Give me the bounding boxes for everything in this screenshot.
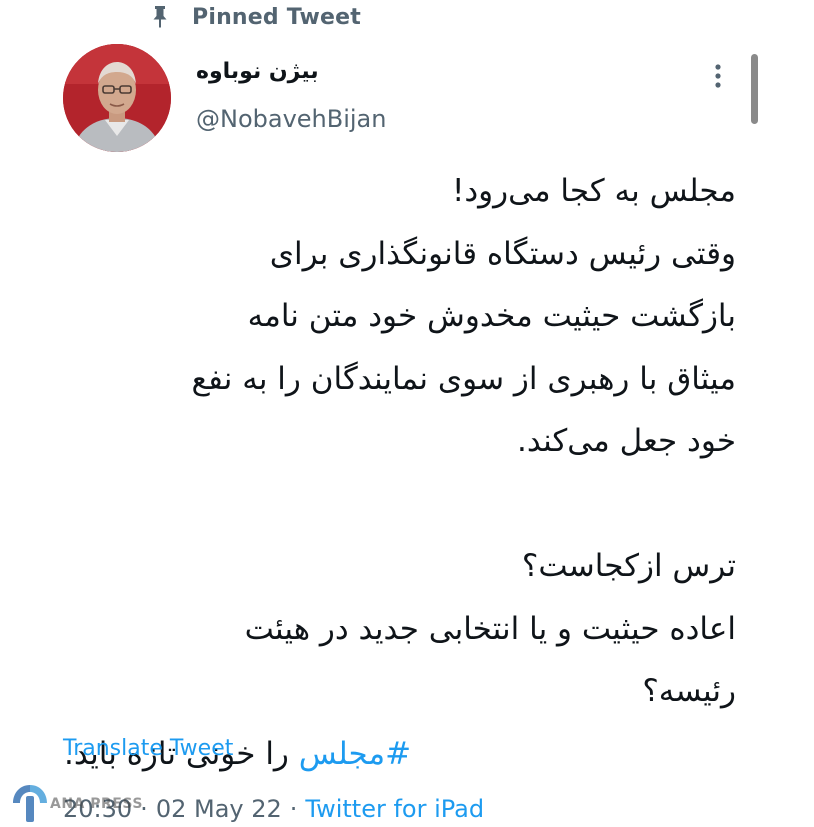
- tweet-screenshot: Pinned Tweet بیژن نوباوه @NobavehBijan م…: [0, 0, 814, 827]
- author-block: بیژن نوباوه @NobavehBijan: [196, 56, 386, 134]
- meta-separator: ·: [140, 795, 148, 823]
- scrollbar[interactable]: [751, 54, 758, 124]
- translate-tweet-link[interactable]: Translate Tweet: [63, 736, 233, 761]
- display-name[interactable]: بیژن نوباوه: [196, 56, 386, 88]
- tweet-date[interactable]: 02 May 22: [156, 795, 282, 823]
- pin-icon: [150, 5, 170, 29]
- tweet-meta: 20:30 · 02 May 22 · Twitter for iPad: [63, 795, 484, 823]
- tweet-line: اعاده حیثیت و یا انتخابی جدید در هیئت: [244, 610, 736, 647]
- tweet-time[interactable]: 20:30: [63, 795, 132, 823]
- user-handle[interactable]: @NobavehBijan: [196, 104, 386, 134]
- tweet-line: وقتی رئیس دستگاه قانونگذاری برای: [269, 235, 736, 272]
- tweet-line: رئیسه؟: [642, 673, 736, 709]
- tweet-line: بازگشت حیثیت مخدوش خود متن نامه: [247, 298, 736, 334]
- tweet-line: ترس ازکجاست؟: [521, 548, 736, 584]
- tweet-line: مجلس به کجا می‌رود!: [451, 173, 736, 209]
- avatar[interactable]: [63, 44, 171, 152]
- tweet-line: خود جعل می‌کند.: [517, 423, 736, 459]
- tweet-source[interactable]: Twitter for iPad: [305, 795, 484, 823]
- pinned-indicator: Pinned Tweet: [150, 2, 361, 32]
- hashtag-link[interactable]: #مجلس: [299, 736, 411, 772]
- more-options-icon[interactable]: [705, 60, 731, 96]
- meta-separator: ·: [289, 795, 298, 823]
- tweet-line: [64, 473, 736, 536]
- tweet-text: مجلس به کجا می‌رود! وقتی رئیس دستگاه قان…: [64, 160, 736, 785]
- pinned-label: Pinned Tweet: [192, 4, 361, 30]
- ana-press-logo: [8, 782, 52, 826]
- tweet-line: میثاق با رهبری از سوی نمایندگان را به نف…: [191, 360, 736, 397]
